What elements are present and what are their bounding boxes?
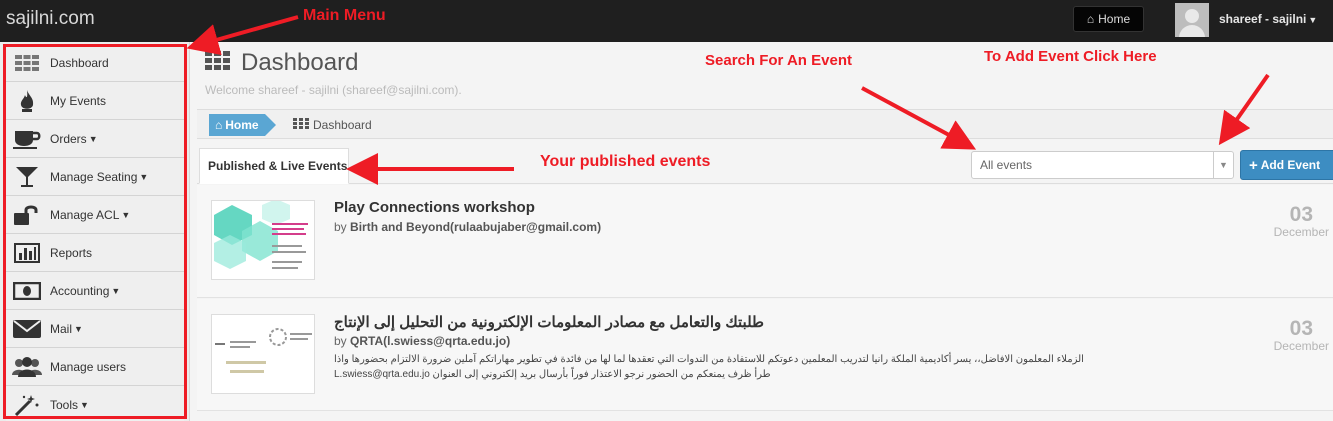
add-event-label: Add Event <box>1260 158 1321 172</box>
chevron-down-icon[interactable]: ▼ <box>1213 152 1233 178</box>
envelope-icon <box>12 318 42 340</box>
bar-chart-icon <box>12 242 42 264</box>
unlock-icon <box>12 204 42 226</box>
sidebar-item-label: Mail <box>50 321 73 336</box>
annotation-add-event: To Add Event Click Here <box>984 48 1157 65</box>
by-prefix: by <box>334 220 347 234</box>
event-organizer: by Birth and Beyond(rulaabujaber@gmail.c… <box>334 220 601 234</box>
organizer-name: Birth and Beyond(rulaabujaber@gmail.com) <box>350 220 602 234</box>
sidebar-item-orders[interactable]: Orders ▼ <box>6 120 184 158</box>
sidebar-item-label: My Events <box>50 93 107 108</box>
user-menu[interactable]: shareef - sajilni ▼ <box>1219 12 1317 26</box>
brand-logo[interactable]: sajilni.com <box>6 8 95 30</box>
page-title: Dashboard <box>205 49 358 77</box>
main-menu-sidebar: Dashboard My Events Orders ▼ Manage Seati… <box>0 42 190 421</box>
plus-icon: + <box>1249 156 1258 174</box>
grid-icon <box>12 52 42 74</box>
sidebar-item-accounting[interactable]: Accounting ▼ <box>6 272 184 310</box>
avatar[interactable] <box>1175 3 1209 37</box>
coffee-cup-icon <box>12 128 42 150</box>
by-prefix: by <box>334 334 347 348</box>
event-day: 03 <box>1289 317 1313 340</box>
breadcrumb-home[interactable]: ⌂ Home <box>209 114 276 136</box>
breadcrumb-current: Dashboard <box>293 118 372 132</box>
event-list-item[interactable]: Play Connections workshop by Birth and B… <box>197 185 1333 298</box>
breadcrumb-home-label: Home <box>225 118 259 132</box>
event-thumbnail[interactable] <box>211 314 315 394</box>
sidebar-item-label: Accounting <box>50 283 110 298</box>
main-content: Dashboard Welcome shareef - sajilni (sha… <box>193 42 1333 421</box>
breadcrumb: ⌂ Home Dashboard <box>197 109 1333 139</box>
page-title-text: Dashboard <box>241 49 359 76</box>
home-button-label: Home <box>1098 12 1131 26</box>
home-button[interactable]: ⌂ Home <box>1073 6 1144 32</box>
event-thumbnail[interactable] <box>211 200 315 280</box>
sidebar-item-label: Dashboard <box>50 55 109 70</box>
top-navbar: sajilni.com ⌂ Home shareef - sajilni ▼ <box>0 0 1333 42</box>
sidebar-item-manage-acl[interactable]: Manage ACL ▼ <box>6 196 184 234</box>
welcome-text: Welcome shareef - sajilni (shareef@sajil… <box>205 83 462 97</box>
sidebar-item-manage-seating[interactable]: Manage Seating ▼ <box>6 158 184 196</box>
chevron-down-icon: ▼ <box>111 285 121 296</box>
event-title[interactable]: طلبتك والتعامل مع مصادر المعلومات الإلكت… <box>334 313 764 331</box>
sidebar-item-label: Orders <box>50 131 87 146</box>
home-icon: ⌂ <box>215 118 223 132</box>
event-organizer: by QRTA(l.swiess@qrta.edu.jo) <box>334 334 510 348</box>
chevron-down-icon: ▼ <box>74 323 83 334</box>
chevron-down-icon: ▼ <box>80 399 89 410</box>
grid-icon <box>205 50 231 76</box>
sidebar-item-tools[interactable]: Tools ▼ <box>6 386 184 421</box>
user-menu-label: shareef - sajilni <box>1219 12 1307 26</box>
grid-icon <box>293 118 309 132</box>
event-date: 03 December <box>1274 203 1329 239</box>
event-title[interactable]: Play Connections workshop <box>334 199 535 216</box>
sidebar-item-label: Tools <box>50 397 79 412</box>
sidebar-item-label: Manage users <box>50 359 127 374</box>
annotation-search: Search For An Event <box>705 52 852 69</box>
event-search-select[interactable]: All events ▼ <box>971 151 1234 179</box>
annotation-main-menu: Main Menu <box>303 7 386 24</box>
cocktail-glass-icon <box>12 166 42 188</box>
add-event-button[interactable]: + Add Event <box>1240 150 1333 180</box>
sidebar-item-mail[interactable]: Mail ▼ <box>6 310 184 348</box>
sidebar-item-my-events[interactable]: My Events <box>6 82 184 120</box>
sidebar-item-label: Reports <box>50 245 93 260</box>
event-select-value: All events <box>980 158 1033 172</box>
flame-icon <box>12 89 42 112</box>
money-bill-icon <box>12 280 42 302</box>
tabs-row: Published & Live Events All events ▼ + A… <box>197 142 1333 184</box>
chevron-down-icon: ▼ <box>88 133 98 144</box>
breadcrumb-current-label: Dashboard <box>313 118 372 132</box>
chevron-down-icon: ▼ <box>121 209 131 220</box>
chevron-down-icon: ▼ <box>139 171 149 182</box>
sidebar-item-label: Manage ACL <box>50 207 120 222</box>
sidebar-item-reports[interactable]: Reports <box>6 234 184 272</box>
event-month: December <box>1273 339 1329 353</box>
home-icon: ⌂ <box>1086 12 1095 26</box>
event-month: December <box>1273 225 1329 239</box>
organizer-name: QRTA(l.swiess@qrta.edu.jo) <box>350 334 511 348</box>
tab-published-live-events[interactable]: Published & Live Events <box>199 148 349 184</box>
sidebar-item-dashboard[interactable]: Dashboard <box>6 44 184 82</box>
event-day: 03 <box>1289 203 1313 226</box>
users-icon <box>12 356 42 378</box>
event-description: الزملاء المعلمون الافاضل،، يسر أكاديمية … <box>334 354 1084 380</box>
magic-wand-icon <box>12 394 42 416</box>
sidebar-item-label: Manage Seating <box>50 169 138 184</box>
event-list-item[interactable]: طلبتك والتعامل مع مصادر المعلومات الإلكت… <box>197 299 1333 411</box>
sidebar-item-manage-users[interactable]: Manage users <box>6 348 184 386</box>
event-date: 03 December <box>1274 317 1329 353</box>
chevron-down-icon: ▼ <box>1308 15 1318 25</box>
annotation-published: Your published events <box>540 153 711 170</box>
